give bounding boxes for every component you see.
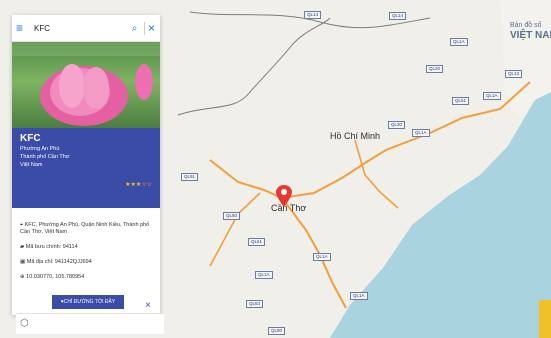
road-badge: QL1A [313,253,331,261]
place-line2: Thành phố Cần Thơ [20,154,70,160]
side-widget[interactable] [539,300,551,338]
mail-icon: ▰ [20,244,25,250]
search-bar: ≡ ⌕ × [12,15,160,42]
place-details: ⌖ KFC, Phường An Phú, Quận Ninh Kiều, Th… [12,208,160,287]
road-badge: QL1A [412,129,430,137]
map-title-a: Bản đồ số [510,20,542,29]
map-label-hcm: Hồ Chí Minh [330,131,380,141]
target-icon: ⊕ [20,274,25,280]
address-row: ⌖ KFC, Phường An Phú, Quận Ninh Kiều, Th… [20,222,152,236]
road-badge: QL80 [268,327,286,335]
search-panel: ≡ ⌕ × KFC Phường An Phú Thành phố Cần Th… [12,15,160,315]
layer-bar: ⬡ [16,313,164,334]
road-badge: QL30 [388,121,406,129]
road-badge: QL63 [246,300,264,308]
postal-text: Mã bưu chính: 94114 [25,244,78,250]
place-name: KFC [20,133,41,144]
menu-icon[interactable]: ≡ [16,21,30,35]
close-icon[interactable]: × [148,21,155,35]
place-line3: Việt Nam [20,162,43,168]
grid-icon: ▦ [20,259,26,265]
code-text: Mã địa chỉ: 941142QJJ694 [26,259,92,265]
code-row: ▦ Mã địa chỉ: 941142QJJ694 [20,259,152,266]
road-badge: QL50 [223,212,241,220]
road-badge: QL1A [350,292,368,300]
search-divider [144,21,145,35]
road-badge: QL91 [181,173,199,181]
road-badge: QL14 [389,12,407,20]
postal-row: ▰ Mã bưu chính: 94114 [20,244,152,251]
coords-row: ⊕ 10.030770, 105.780954 [20,274,152,281]
map-title-b: VIỆT NAM [510,28,551,41]
road-badge: QL20 [426,65,444,73]
place-card: KFC Phường An Phú Thành phố Cần Thơ Việt… [12,128,160,208]
road-badge: QL1A [255,271,273,279]
address-text: KFC, Phường An Phú, Quận Ninh Kiều, Thàn… [20,222,150,235]
road-badge: QL1A [450,38,468,46]
road-badge: QL13 [505,70,523,78]
close-card-icon[interactable]: × [145,300,151,311]
place-photo [12,42,160,128]
coords-text: 10.030770, 105.780954 [26,274,85,280]
search-icon[interactable]: ⌕ [128,23,141,34]
location-marker[interactable] [276,185,292,207]
road-badge: QL14 [304,11,322,19]
road-badge: QL51 [452,97,470,105]
road-badge: QL1A [483,92,501,100]
location-icon: ⌖ [20,222,24,228]
cube-icon[interactable]: ⬡ [20,318,29,329]
place-line1: Phường An Phú [20,146,60,152]
road-badge: QL61 [248,238,266,246]
search-input[interactable] [32,23,122,33]
directions-button[interactable]: ♥CHỈ ĐƯỜNG TỚI ĐÂY [52,295,124,309]
rating-stars: ★★★☆☆ [125,182,152,188]
